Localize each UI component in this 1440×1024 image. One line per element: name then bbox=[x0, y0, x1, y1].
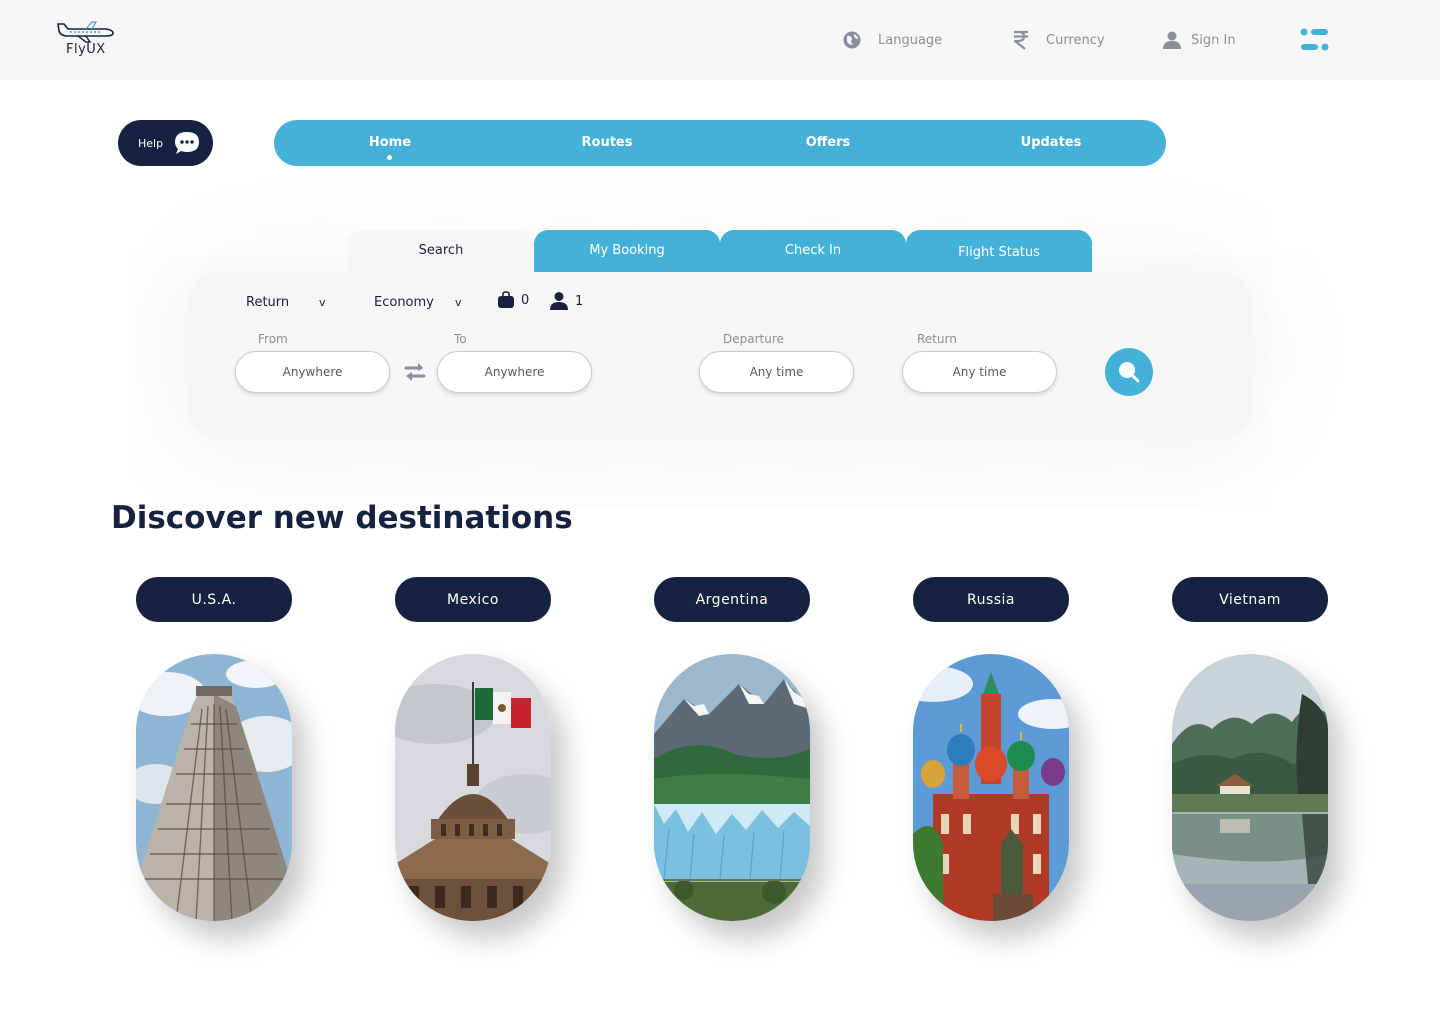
bags-count: 0 bbox=[521, 292, 530, 308]
passengers-count: 1 bbox=[575, 293, 584, 309]
return-label: Return bbox=[917, 332, 957, 346]
signin-label: Sign In bbox=[1191, 32, 1236, 48]
departure-input[interactable]: Any time bbox=[699, 351, 854, 393]
destination-photo-argentina[interactable] bbox=[654, 654, 810, 921]
passenger-icon bbox=[550, 292, 568, 310]
tab-flight-status[interactable]: Flight Status bbox=[906, 230, 1092, 272]
nav-item-updates[interactable]: Updates bbox=[1021, 135, 1082, 150]
bag-icon bbox=[498, 291, 514, 308]
language-label: Language bbox=[878, 32, 943, 48]
destination-pill-russia[interactable]: Russia bbox=[913, 577, 1069, 622]
top-header: FlyUX Language Currency Sign In bbox=[0, 0, 1440, 80]
cabin-class-value: Economy bbox=[374, 295, 434, 310]
nav-item-offers[interactable]: Offers bbox=[806, 135, 851, 150]
destination-photo-mexico[interactable] bbox=[395, 654, 551, 921]
to-label: To bbox=[454, 332, 467, 346]
tab-search[interactable]: Search bbox=[348, 230, 534, 272]
chat-bubble-icon bbox=[175, 132, 199, 154]
destination-pill-usa[interactable]: U.S.A. bbox=[136, 577, 292, 622]
destination-photo-russia[interactable] bbox=[913, 654, 1069, 921]
main-nav: Home Routes Offers Updates bbox=[274, 120, 1166, 166]
help-button[interactable]: Help bbox=[118, 120, 213, 166]
section-title: Discover new destinations bbox=[111, 500, 573, 536]
destination-pill-vietnam[interactable]: Vietnam bbox=[1172, 577, 1328, 622]
currency-label: Currency bbox=[1046, 32, 1105, 48]
departure-label: Departure bbox=[723, 332, 784, 346]
nav-active-indicator bbox=[387, 155, 392, 160]
tab-check-in[interactable]: Check In bbox=[720, 230, 906, 272]
currency-selector[interactable]: Currency bbox=[1012, 28, 1105, 52]
return-input[interactable]: Any time bbox=[902, 351, 1057, 393]
brand-name: FlyUX bbox=[66, 42, 106, 57]
language-selector[interactable]: Language bbox=[842, 28, 942, 52]
destination-pill-argentina[interactable]: Argentina bbox=[654, 577, 810, 622]
brand-logo[interactable]: FlyUX bbox=[56, 18, 116, 62]
from-label: From bbox=[258, 332, 288, 346]
destination-photo-usa[interactable] bbox=[136, 654, 292, 921]
airplane-icon bbox=[57, 21, 114, 43]
tab-my-booking[interactable]: My Booking bbox=[534, 230, 720, 272]
magnifier-icon bbox=[1119, 362, 1140, 383]
destination-pill-mexico[interactable]: Mexico bbox=[395, 577, 551, 622]
help-label: Help bbox=[138, 136, 164, 150]
chevron-down-icon: v bbox=[455, 296, 462, 309]
nav-item-routes[interactable]: Routes bbox=[582, 135, 633, 150]
chevron-down-icon: v bbox=[319, 296, 326, 309]
from-input[interactable]: Anywhere bbox=[235, 351, 390, 393]
rupee-icon bbox=[1013, 30, 1028, 50]
search-panel: Return v Economy v 0 1 From Anywhere To … bbox=[186, 271, 1253, 441]
nav-item-home[interactable]: Home bbox=[369, 135, 411, 150]
trip-type-value: Return bbox=[246, 295, 290, 310]
cabin-class-select[interactable]: Economy v bbox=[374, 295, 462, 310]
globe-icon bbox=[843, 31, 861, 49]
bags-counter[interactable]: 0 bbox=[497, 291, 529, 309]
search-button[interactable] bbox=[1105, 348, 1153, 396]
swap-icon[interactable] bbox=[404, 361, 426, 383]
menu-toggle-icon[interactable] bbox=[1300, 27, 1330, 53]
destination-photo-vietnam[interactable] bbox=[1172, 654, 1328, 921]
to-input[interactable]: Anywhere bbox=[437, 351, 592, 393]
user-icon bbox=[1163, 31, 1181, 49]
passengers-counter[interactable]: 1 bbox=[549, 291, 583, 311]
signin-link[interactable]: Sign In bbox=[1162, 28, 1236, 52]
trip-type-select[interactable]: Return v bbox=[246, 295, 326, 310]
